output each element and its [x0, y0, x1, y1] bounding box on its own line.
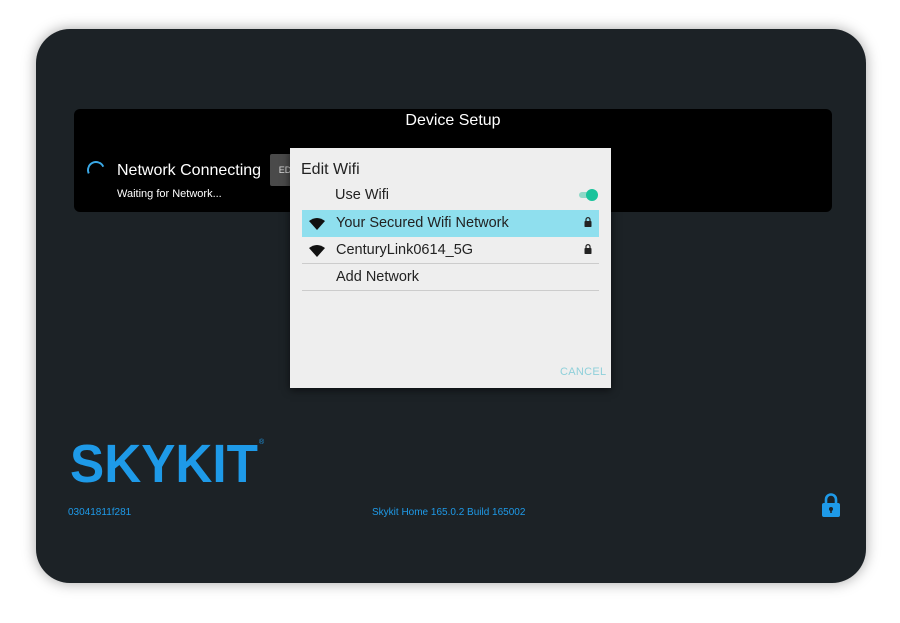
lock-icon[interactable]: [822, 493, 840, 517]
device-screen: Device Setup Network Connecting Waiting …: [36, 29, 866, 583]
dialog-title: Edit Wifi: [301, 161, 360, 178]
use-wifi-row[interactable]: Use Wifi: [290, 185, 611, 207]
cancel-button[interactable]: CANCEL: [560, 366, 606, 378]
network-status-title: Network Connecting: [117, 162, 262, 179]
device-serial: 03041811f281: [68, 507, 132, 518]
svg-text:®: ®: [259, 438, 265, 446]
logo-text: SKYKIT: [70, 436, 258, 486]
network-ssid: CenturyLink0614_5G: [336, 242, 474, 258]
use-wifi-toggle[interactable]: [579, 189, 598, 201]
app-version: Skykit Home 165.0.2 Build 165002: [372, 507, 526, 518]
network-status-subtitle: Waiting for Network...: [117, 188, 222, 200]
wifi-icon: [309, 245, 325, 257]
network-ssid: Your Secured Wifi Network: [336, 215, 509, 231]
toggle-thumb: [586, 189, 598, 201]
edit-wifi-dialog: Edit Wifi Use Wifi Your Secured Wifi Net…: [290, 148, 611, 388]
use-wifi-label: Use Wifi: [335, 187, 389, 203]
skykit-logo: SKYKIT ®: [70, 436, 265, 486]
add-network-label: Add Network: [336, 269, 420, 285]
network-item-centurylink[interactable]: CenturyLink0614_5G: [302, 237, 599, 264]
lock-icon: [584, 217, 592, 227]
add-network-item[interactable]: Add Network: [302, 264, 599, 291]
loading-spinner-icon: [84, 158, 108, 182]
network-item-secured[interactable]: Your Secured Wifi Network: [302, 210, 599, 237]
lock-icon: [584, 244, 592, 254]
setup-title: Device Setup: [405, 112, 501, 129]
wifi-icon: [309, 218, 325, 230]
